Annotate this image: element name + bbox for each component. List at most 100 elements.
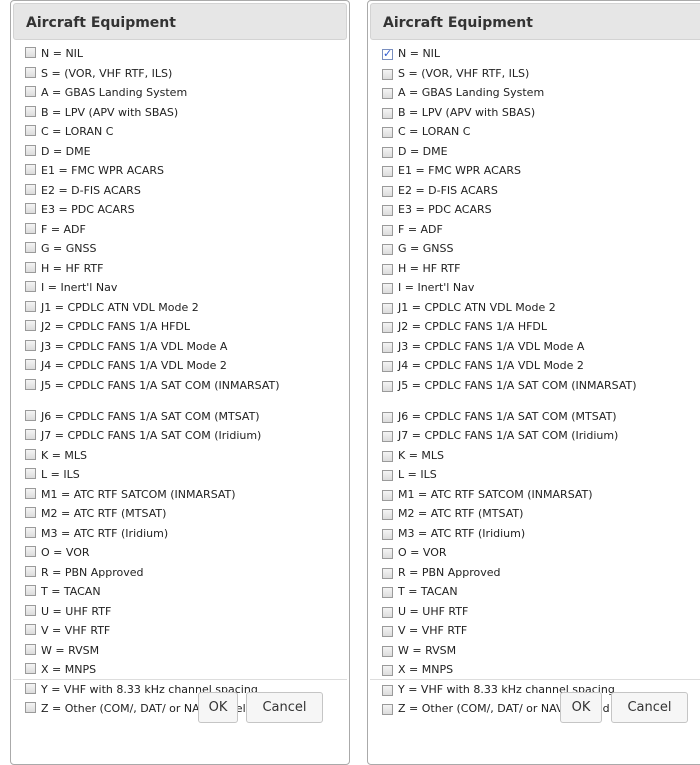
- equipment-checkbox[interactable]: [25, 526, 36, 538]
- equipment-option[interactable]: G = GNSS: [382, 240, 700, 260]
- equipment-checkbox[interactable]: [382, 548, 393, 559]
- equipment-checkbox[interactable]: [382, 528, 393, 540]
- equipment-checkbox[interactable]: [382, 509, 393, 520]
- equipment-checkbox[interactable]: [382, 341, 393, 353]
- equipment-checkbox[interactable]: [25, 144, 36, 156]
- equipment-checkbox[interactable]: [25, 604, 36, 616]
- ok-button[interactable]: OK: [560, 692, 602, 723]
- equipment-option[interactable]: I = Inert'l Nav: [382, 279, 700, 299]
- equipment-option[interactable]: J7 = CPDLC FANS 1/A SAT COM (Iridium): [382, 427, 700, 447]
- equipment-checkbox[interactable]: [382, 244, 393, 255]
- equipment-option[interactable]: X = MNPS: [382, 661, 700, 681]
- equipment-option[interactable]: A = GBAS Landing System: [382, 84, 700, 104]
- equipment-checkbox[interactable]: [382, 606, 393, 618]
- equipment-option[interactable]: F = ADF: [25, 221, 349, 241]
- equipment-option[interactable]: J4 = CPDLC FANS 1/A VDL Mode 2: [25, 357, 349, 377]
- equipment-checkbox[interactable]: [382, 470, 393, 481]
- equipment-option[interactable]: H = HF RTF: [382, 260, 700, 280]
- equipment-checkbox[interactable]: [382, 127, 393, 138]
- equipment-option[interactable]: U = UHF RTF: [382, 603, 700, 623]
- equipment-option[interactable]: J1 = CPDLC ATN VDL Mode 2: [25, 299, 349, 319]
- equipment-checkbox[interactable]: [382, 185, 393, 197]
- equipment-option[interactable]: J7 = CPDLC FANS 1/A SAT COM (Iridium): [25, 427, 349, 447]
- equipment-option[interactable]: L = ILS: [25, 466, 349, 486]
- equipment-checkbox[interactable]: [25, 409, 36, 421]
- equipment-checkbox[interactable]: [25, 624, 36, 635]
- equipment-checkbox[interactable]: [25, 183, 36, 195]
- equipment-checkbox[interactable]: [25, 663, 36, 674]
- equipment-checkbox[interactable]: [25, 546, 36, 557]
- equipment-option[interactable]: M1 = ATC RTF SATCOM (INMARSAT): [382, 486, 700, 506]
- equipment-checkbox[interactable]: [382, 567, 393, 579]
- equipment-checkbox[interactable]: [382, 431, 393, 442]
- equipment-option[interactable]: M3 = ATC RTF (Iridium): [25, 525, 349, 545]
- equipment-option[interactable]: L = ILS: [382, 466, 700, 486]
- cancel-button[interactable]: Cancel: [246, 692, 323, 723]
- equipment-checkbox[interactable]: [25, 585, 36, 596]
- equipment-checkbox[interactable]: [382, 47, 393, 60]
- equipment-checkbox[interactable]: [382, 684, 393, 696]
- equipment-checkbox[interactable]: [382, 626, 393, 637]
- equipment-checkbox[interactable]: [382, 411, 393, 423]
- equipment-option[interactable]: D = DME: [25, 143, 349, 163]
- equipment-checkbox[interactable]: [25, 429, 36, 440]
- equipment-option[interactable]: S = (VOR, VHF RTF, ILS): [382, 65, 700, 85]
- equipment-checkbox[interactable]: [382, 88, 393, 99]
- equipment-option[interactable]: R = PBN Approved: [382, 564, 700, 584]
- equipment-checkbox[interactable]: [25, 242, 36, 253]
- equipment-checkbox[interactable]: [25, 203, 36, 214]
- equipment-option[interactable]: O = VOR: [382, 544, 700, 564]
- equipment-option[interactable]: O = VOR: [25, 544, 349, 564]
- equipment-checkbox[interactable]: [25, 702, 36, 713]
- equipment-option[interactable]: H = HF RTF: [25, 260, 349, 280]
- equipment-option[interactable]: B = LPV (APV with SBAS): [382, 104, 700, 124]
- equipment-checkbox[interactable]: [25, 682, 36, 694]
- equipment-checkbox[interactable]: [25, 164, 36, 175]
- equipment-option[interactable]: T = TACAN: [382, 583, 700, 603]
- equipment-checkbox[interactable]: [25, 66, 36, 78]
- equipment-checkbox[interactable]: [382, 283, 393, 294]
- equipment-checkbox[interactable]: [382, 205, 393, 216]
- equipment-checkbox[interactable]: [25, 339, 36, 351]
- equipment-option[interactable]: N = NIL: [382, 45, 700, 65]
- equipment-checkbox[interactable]: [382, 450, 393, 462]
- equipment-option[interactable]: F = ADF: [382, 221, 700, 241]
- equipment-option[interactable]: V = VHF RTF: [25, 622, 349, 642]
- equipment-option[interactable]: T = TACAN: [25, 583, 349, 603]
- equipment-checkbox[interactable]: [382, 107, 393, 119]
- equipment-checkbox[interactable]: [25, 468, 36, 479]
- equipment-option[interactable]: E2 = D-FIS ACARS: [25, 182, 349, 202]
- equipment-checkbox[interactable]: [382, 263, 393, 275]
- equipment-option[interactable]: E2 = D-FIS ACARS: [382, 182, 700, 202]
- equipment-option[interactable]: D = DME: [382, 143, 700, 163]
- equipment-checkbox[interactable]: [25, 300, 36, 312]
- equipment-option[interactable]: C = LORAN C: [25, 123, 349, 143]
- equipment-option[interactable]: M2 = ATC RTF (MTSAT): [382, 505, 700, 525]
- equipment-checkbox[interactable]: [25, 643, 36, 655]
- equipment-option[interactable]: K = MLS: [25, 447, 349, 467]
- equipment-option[interactable]: E1 = FMC WPR ACARS: [382, 162, 700, 182]
- equipment-option[interactable]: J2 = CPDLC FANS 1/A HFDL: [25, 318, 349, 338]
- equipment-option[interactable]: V = VHF RTF: [382, 622, 700, 642]
- equipment-option[interactable]: J4 = CPDLC FANS 1/A VDL Mode 2: [382, 357, 700, 377]
- equipment-checkbox[interactable]: [382, 322, 393, 333]
- equipment-checkbox[interactable]: [25, 320, 36, 331]
- equipment-checkbox[interactable]: [25, 565, 36, 577]
- equipment-checkbox[interactable]: [382, 302, 393, 314]
- equipment-option[interactable]: K = MLS: [382, 447, 700, 467]
- equipment-option[interactable]: W = RVSM: [382, 642, 700, 662]
- equipment-option[interactable]: J6 = CPDLC FANS 1/A SAT COM (MTSAT): [25, 408, 349, 428]
- equipment-checkbox[interactable]: [25, 261, 36, 273]
- equipment-checkbox[interactable]: [382, 489, 393, 501]
- equipment-option[interactable]: M1 = ATC RTF SATCOM (INMARSAT): [25, 486, 349, 506]
- equipment-checkbox[interactable]: [382, 68, 393, 80]
- equipment-checkbox[interactable]: [25, 105, 36, 117]
- equipment-option[interactable]: A = GBAS Landing System: [25, 84, 349, 104]
- equipment-option[interactable]: I = Inert'l Nav: [25, 279, 349, 299]
- equipment-option[interactable]: J5 = CPDLC FANS 1/A SAT COM (INMARSAT): [382, 377, 700, 408]
- equipment-option[interactable]: M2 = ATC RTF (MTSAT): [25, 505, 349, 525]
- equipment-option[interactable]: J1 = CPDLC ATN VDL Mode 2: [382, 299, 700, 319]
- equipment-option[interactable]: C = LORAN C: [382, 123, 700, 143]
- equipment-option[interactable]: R = PBN Approved: [25, 564, 349, 584]
- ok-button[interactable]: OK: [198, 692, 238, 723]
